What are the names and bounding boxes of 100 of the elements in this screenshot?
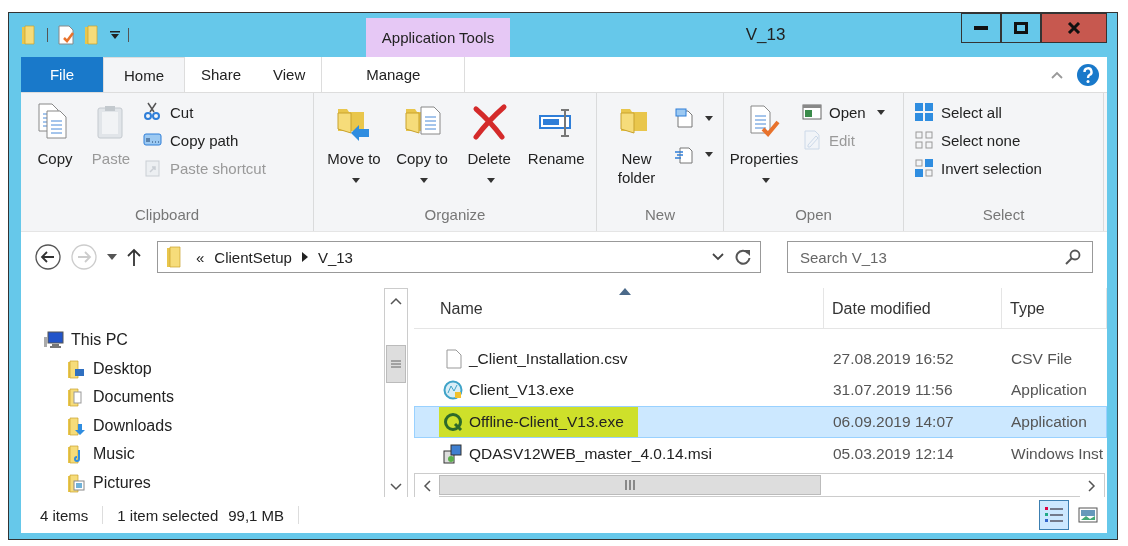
customize-menu-icon[interactable] bbox=[110, 31, 120, 39]
ribbon-button[interactable]: New folder bbox=[605, 99, 668, 203]
column-header[interactable]: Date modified bbox=[824, 288, 1002, 328]
file-name: Offline-Client_V13.exe bbox=[439, 407, 638, 437]
file-row[interactable]: QDASV12WEB_master_4.0.14.msi 05.03.2019 12:14 Windows Inst bbox=[414, 437, 1107, 470]
ribbon-tab[interactable]: Manage bbox=[321, 57, 466, 92]
chevron-left-icon bbox=[423, 480, 431, 492]
chevron-down-icon bbox=[390, 483, 402, 491]
pictures-folder-icon bbox=[65, 472, 87, 493]
close-icon bbox=[1067, 22, 1081, 34]
shortcut-icon bbox=[143, 158, 163, 178]
maximize-button[interactable] bbox=[1001, 13, 1041, 43]
ribbon-button[interactable]: Select all bbox=[912, 99, 1044, 125]
type-cell-text: CSV File bbox=[1010, 349, 1074, 368]
easy-access-icon bbox=[674, 144, 694, 164]
ribbon-button[interactable]: Delete bbox=[458, 99, 521, 203]
file-name: QDASV12WEB_master_4.0.14.msi bbox=[415, 438, 726, 469]
sort-arrow-icon bbox=[619, 288, 631, 295]
computer-icon bbox=[43, 330, 65, 351]
item-count: 4 items bbox=[40, 506, 89, 524]
image-icon bbox=[1078, 507, 1098, 523]
type-cell-text: Windows Inst bbox=[1010, 444, 1105, 463]
horizontal-scrollbar[interactable] bbox=[414, 473, 1105, 497]
date-cell-text: 31.07.2019 11:56 bbox=[832, 381, 954, 400]
collapse-ribbon-icon[interactable] bbox=[1051, 70, 1063, 79]
select-all-icon bbox=[914, 102, 934, 122]
column-header[interactable]: Name bbox=[414, 288, 824, 328]
group-label: Select bbox=[981, 205, 1026, 225]
scroll-thumb[interactable] bbox=[439, 475, 821, 495]
ribbon-tab[interactable]: File bbox=[21, 57, 103, 92]
date-cell-text: 27.08.2019 16:52 bbox=[832, 349, 955, 368]
selection-info: 1 item selected bbox=[117, 506, 219, 524]
date-cell-text: 06.09.2019 14:07 bbox=[832, 413, 955, 431]
ribbon-button[interactable]: Copy path bbox=[141, 127, 268, 153]
tree-item[interactable]: Desktop bbox=[43, 354, 384, 383]
group-label: New bbox=[644, 205, 676, 225]
chevron-down-icon[interactable] bbox=[712, 253, 724, 261]
desktop-folder-icon bbox=[65, 358, 87, 379]
tree-item[interactable]: Music bbox=[43, 440, 384, 469]
group-label: Open bbox=[794, 205, 833, 225]
globe-app-icon bbox=[443, 380, 463, 401]
tree-item[interactable]: Pictures bbox=[43, 468, 384, 497]
tree-item[interactable]: This PC bbox=[43, 326, 384, 355]
up-arrow-icon[interactable] bbox=[127, 248, 141, 266]
minimize-button[interactable] bbox=[961, 13, 1001, 43]
vertical-scrollbar[interactable] bbox=[384, 288, 408, 500]
search-field[interactable]: Search V_13 bbox=[787, 241, 1093, 273]
overflow-chevron[interactable]: « bbox=[196, 248, 205, 266]
properties-icon[interactable] bbox=[56, 25, 76, 45]
caret-icon bbox=[762, 178, 770, 183]
chevron-right-icon bbox=[1088, 480, 1096, 492]
caret-icon bbox=[352, 178, 360, 183]
caret-icon bbox=[420, 178, 428, 183]
q-app-icon bbox=[443, 412, 463, 432]
ribbon-button[interactable]: Move to bbox=[322, 99, 386, 203]
window-icon bbox=[802, 102, 822, 122]
back-button[interactable] bbox=[35, 244, 61, 270]
file-name: Client_V13.exe bbox=[415, 375, 589, 406]
breadcrumb[interactable]: V_13 bbox=[317, 248, 353, 266]
details-view-button[interactable] bbox=[1039, 500, 1069, 530]
file-row[interactable]: _Client_Installation.csv 27.08.2019 16:52 CSV File bbox=[414, 343, 1107, 375]
ribbon-button[interactable]: Copy to bbox=[390, 99, 454, 203]
scroll-thumb[interactable] bbox=[386, 345, 406, 383]
minimize-icon bbox=[974, 26, 988, 30]
installer-icon bbox=[443, 443, 463, 464]
tree-item[interactable]: Downloads bbox=[43, 411, 384, 440]
ribbon-button[interactable]: Rename bbox=[524, 99, 588, 203]
address-bar[interactable]: « ClientSetup V_13 bbox=[157, 241, 761, 273]
column-header[interactable]: Type bbox=[1002, 288, 1107, 328]
close-button[interactable] bbox=[1041, 13, 1107, 43]
recent-locations-icon[interactable] bbox=[107, 254, 117, 260]
search-icon bbox=[1065, 249, 1081, 265]
help-icon[interactable] bbox=[1077, 63, 1099, 86]
ribbon-button[interactable]: Open bbox=[800, 99, 887, 125]
ribbon-button[interactable]: Copy bbox=[29, 99, 81, 203]
date-cell-text: 05.03.2019 12:14 bbox=[832, 444, 955, 463]
ribbon-icon-button[interactable] bbox=[672, 105, 715, 131]
delete-icon bbox=[470, 103, 509, 141]
ribbon-button[interactable]: Cut bbox=[141, 99, 268, 125]
breadcrumb[interactable]: ClientSetup bbox=[214, 248, 292, 266]
type-cell-text: Application bbox=[1010, 413, 1088, 431]
ribbon-tab[interactable]: Home bbox=[103, 57, 185, 92]
file-row[interactable]: Offline-Client_V13.exe 06.09.2019 14:07 Application bbox=[414, 406, 1107, 438]
caret-icon bbox=[876, 109, 885, 115]
refresh-icon[interactable] bbox=[734, 248, 752, 266]
caret-icon bbox=[705, 151, 713, 157]
downloads-folder-icon bbox=[65, 415, 87, 436]
chevron-up-icon bbox=[390, 297, 402, 305]
ribbon-button[interactable]: Select none bbox=[912, 127, 1044, 153]
file-row[interactable]: Client_V13.exe 31.07.2019 11:56 Application bbox=[414, 374, 1107, 407]
invert-selection-icon bbox=[914, 158, 934, 178]
window-title: V_13 bbox=[745, 25, 786, 45]
ribbon-button[interactable]: Properties bbox=[732, 99, 796, 203]
tree-item[interactable]: Documents bbox=[43, 383, 384, 412]
group-label: Organize bbox=[423, 205, 487, 225]
group-label: Clipboard bbox=[133, 205, 201, 225]
contextual-tab-header: Application Tools bbox=[366, 18, 510, 57]
caret-icon bbox=[487, 178, 496, 183]
breadcrumb-arrow-icon[interactable] bbox=[301, 252, 308, 262]
ribbon-button[interactable]: Invert selection bbox=[912, 155, 1044, 181]
